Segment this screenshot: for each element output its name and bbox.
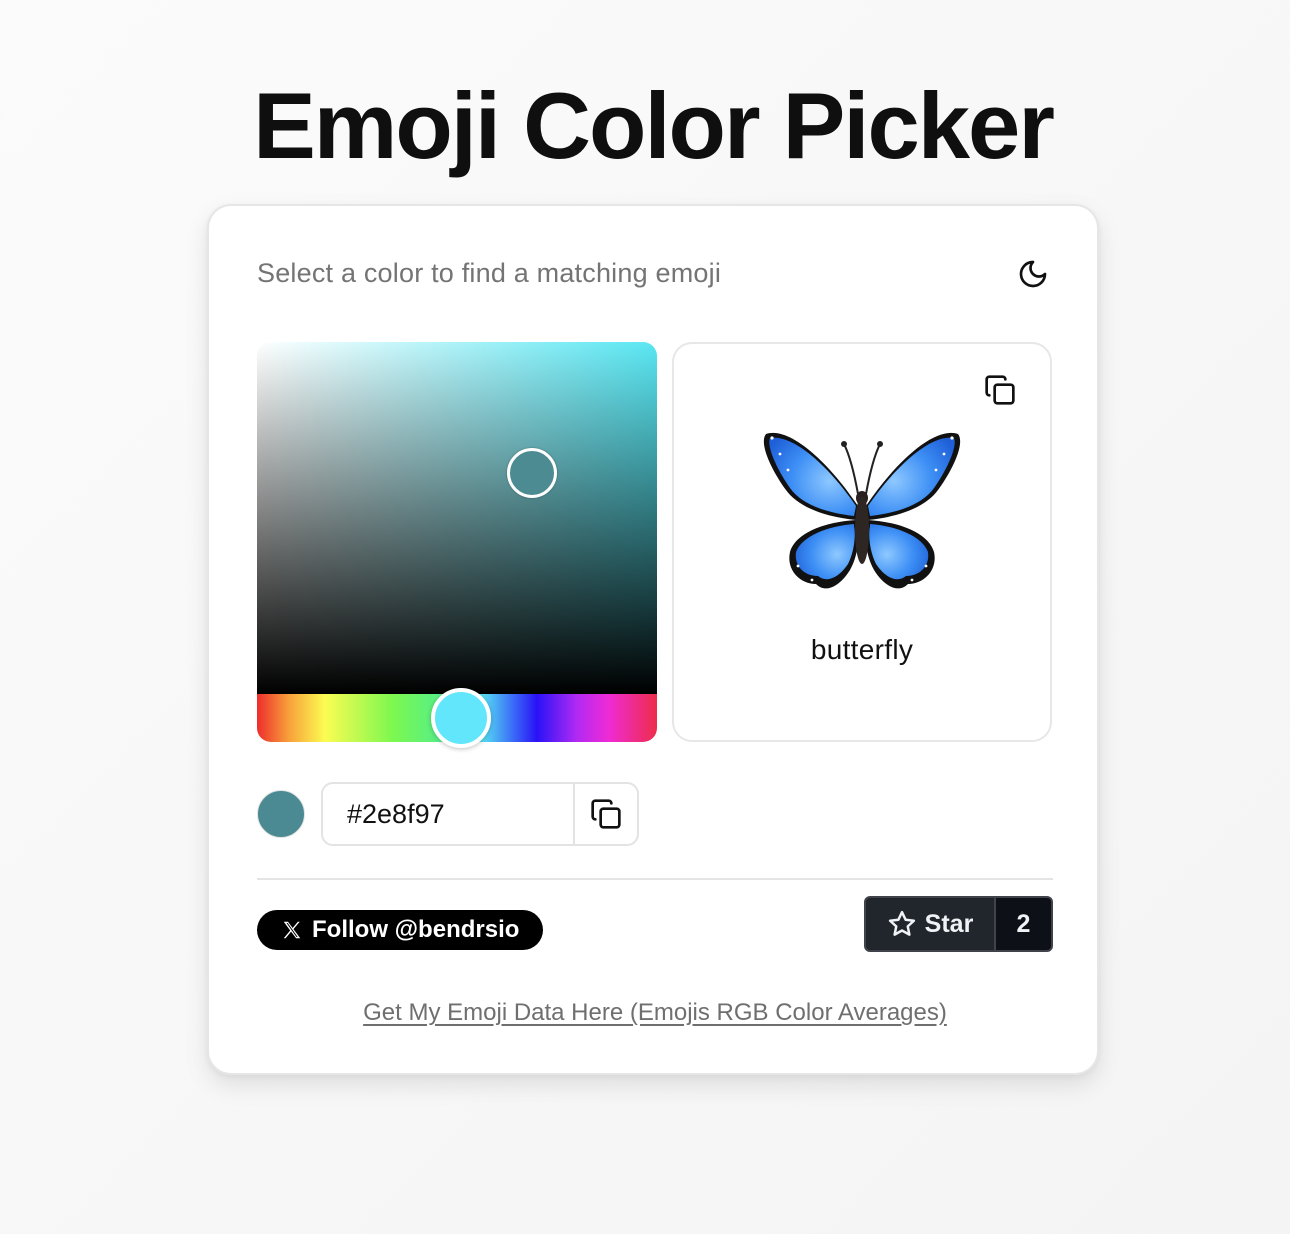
- emoji-name: butterfly: [810, 634, 914, 665]
- picker-card: Select a color to find a matching emoji: [207, 204, 1099, 1075]
- star-icon: [887, 909, 917, 939]
- butterfly-icon: [760, 424, 964, 603]
- saturation-value-area[interactable]: [257, 342, 657, 694]
- follow-x-button[interactable]: Follow @bendrsio: [257, 910, 543, 950]
- x-logo-icon: [281, 919, 303, 941]
- instructions-text: Select a color to find a matching emoji: [257, 258, 722, 288]
- star-count[interactable]: 2: [996, 898, 1051, 950]
- copy-hex-button[interactable]: [573, 784, 637, 844]
- color-swatch: [257, 790, 305, 838]
- star-button[interactable]: Star: [866, 898, 996, 950]
- hex-input-group: [321, 782, 639, 846]
- moon-icon: [1017, 258, 1049, 290]
- theme-toggle-button[interactable]: [1015, 256, 1051, 292]
- hue-slider-handle[interactable]: [431, 688, 491, 748]
- emoji-result-panel: butterfly: [672, 342, 1052, 742]
- star-label: Star: [924, 909, 974, 938]
- page-title: Emoji Color Picker: [253, 73, 1055, 178]
- copy-emoji-button[interactable]: [980, 370, 1020, 410]
- emoji-data-link[interactable]: Get My Emoji Data Here (Emojis RGB Color…: [209, 999, 1101, 1027]
- saturation-value-handle[interactable]: [507, 448, 557, 498]
- divider: [257, 878, 1053, 880]
- github-star-widget: Star 2: [864, 896, 1053, 952]
- hue-slider[interactable]: [257, 688, 657, 748]
- copy-icon: [590, 798, 622, 830]
- follow-label: Follow @bendrsio: [312, 916, 520, 943]
- copy-icon: [984, 374, 1016, 406]
- hex-color-input[interactable]: [323, 784, 573, 844]
